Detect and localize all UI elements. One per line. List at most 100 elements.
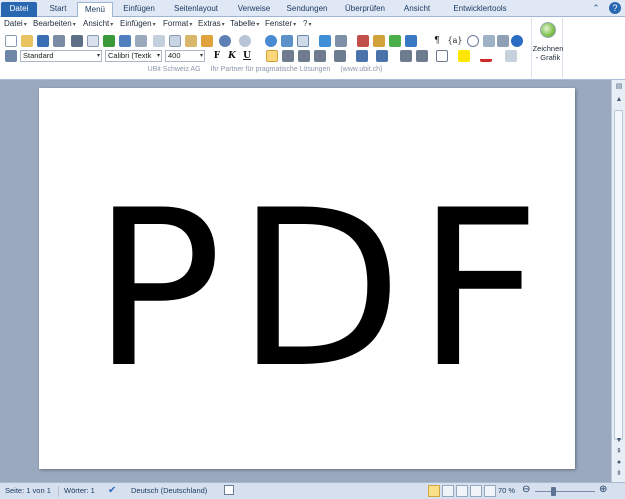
macro-record-icon[interactable] [224,485,234,495]
research-icon[interactable] [119,35,131,47]
menu-format[interactable]: Format▾ [163,19,192,28]
font-size-select[interactable]: 400 ▾ [165,50,205,62]
show-hide-icon[interactable] [389,35,401,47]
cut-icon[interactable] [153,35,165,47]
tab-einfuegen[interactable]: Einfügen [118,2,160,17]
previous-page-icon[interactable]: ⇞ [613,446,625,457]
menu-ansicht[interactable]: Ansicht▾ [83,19,113,28]
menu-einfuegen[interactable]: Einfügen▾ [120,19,156,28]
draft-view-button[interactable] [484,485,496,497]
font-select[interactable]: Calibri (Textk ▾ [105,50,162,62]
reading-layout-icon[interactable] [483,35,495,47]
ruler-toggle-icon[interactable]: ▤ [613,81,625,92]
zoom-slider[interactable] [535,491,595,492]
drawing-icon[interactable] [357,35,369,47]
word-count[interactable]: Wörter: 1 [64,486,95,495]
scroll-up-icon[interactable]: ▲ [613,94,625,105]
full-screen-reading-button[interactable] [442,485,454,497]
new-document-icon[interactable] [5,35,17,47]
borders-button[interactable] [436,50,448,62]
menu-help[interactable]: ?▾ [303,19,311,28]
zoom-in-icon[interactable]: ⊕ [599,484,607,495]
align-left-button[interactable] [266,50,278,62]
format-painter-icon[interactable] [201,35,213,47]
hyperlink-icon[interactable] [265,35,277,47]
browse-object-icon[interactable]: ● [613,457,625,468]
find-icon[interactable] [467,35,479,47]
zoom-dropdown-icon[interactable] [405,35,417,47]
numbering-button[interactable] [356,50,368,62]
menu-fenster[interactable]: Fenster▾ [265,19,296,28]
document-map-icon[interactable] [373,35,385,47]
permission-icon[interactable] [53,35,65,47]
save-icon[interactable] [37,35,49,47]
menu-bearbeiten[interactable]: Bearbeiten▾ [33,19,76,28]
menu-extras[interactable]: Extras▾ [198,19,225,28]
vertical-scrollbar[interactable]: ▤ ▲ ▼ ⇞ ● ⇟ [611,80,625,482]
help-icon[interactable]: ? [609,2,621,14]
align-right-button[interactable] [298,50,310,62]
tab-start[interactable]: Start [44,2,72,17]
menu-tabelle[interactable]: Tabelle▾ [230,19,259,28]
reading-mode-icon[interactable] [505,50,517,62]
bold-button[interactable]: F [211,50,223,62]
print-icon[interactable] [71,35,83,47]
tab-ansicht[interactable]: Ansicht [400,2,434,17]
tab-verweise[interactable]: Verweise [234,2,274,17]
next-page-icon[interactable]: ⇟ [613,468,625,479]
tab-entwicklertools[interactable]: Entwicklertools [445,2,515,17]
minimize-ribbon-icon[interactable]: ⌃ [590,2,602,14]
tab-ueberpruefen[interactable]: Überprüfen [340,2,390,17]
zoom-level[interactable]: 70 % [498,486,515,495]
increase-indent-button[interactable] [416,50,428,62]
document-text[interactable]: PDF [92,182,541,398]
addin-url[interactable]: (www.ubit.ch) [340,66,382,73]
highlight-button[interactable] [458,50,470,62]
decrease-indent-button[interactable] [400,50,412,62]
outline-view-button[interactable] [470,485,482,497]
tab-seitenlayout[interactable]: Seitenlayout [167,2,225,17]
insert-table-icon[interactable] [297,35,309,47]
help-toolbar-icon[interactable] [511,35,523,47]
italic-button[interactable]: K [226,50,238,62]
insert-excel-icon[interactable] [319,35,331,47]
bullets-button[interactable] [376,50,388,62]
document-page[interactable]: PDF [39,88,575,469]
tab-datei[interactable]: Datei [1,2,37,17]
styles-icon[interactable] [5,50,17,62]
open-folder-icon[interactable] [21,35,33,47]
zoom-out-icon[interactable]: ⊖ [522,484,530,495]
menu-datei[interactable]: Datei▾ [4,19,27,28]
proofing-icon[interactable]: ✔ [108,485,116,496]
tables-borders-icon[interactable] [281,35,293,47]
columns-icon[interactable] [335,35,347,47]
field-code-icon[interactable]: {a} [447,35,463,47]
underline-button[interactable]: U [241,50,253,62]
scroll-thumb[interactable] [614,110,623,440]
scroll-down-icon[interactable]: ▼ [613,435,625,446]
document-area: PDF [0,80,611,482]
tab-menu[interactable]: Menü [77,2,113,18]
pilcrow-icon[interactable]: ¶ [431,35,443,47]
redo-icon[interactable] [239,35,251,47]
align-center-button[interactable] [282,50,294,62]
web-layout-button[interactable] [456,485,468,497]
tab-sendungen[interactable]: Sendungen [283,2,331,17]
paste-icon[interactable] [185,35,197,47]
language-indicator[interactable]: Deutsch (Deutschland) [131,486,207,495]
thesaurus-icon[interactable] [135,35,147,47]
style-select[interactable]: Standard ▾ [20,50,102,62]
zeichnen-grafik-button[interactable]: Zeichnen - Grafik [531,18,563,78]
justify-button[interactable] [314,50,326,62]
page-count[interactable]: Seite: 1 von 1 [5,486,51,495]
page-setup-icon[interactable] [497,35,509,47]
print-preview-icon[interactable] [87,35,99,47]
spelling-icon[interactable] [103,35,115,47]
print-layout-view-button[interactable] [428,485,440,497]
line-spacing-button[interactable] [334,50,346,62]
undo-icon[interactable] [219,35,231,47]
standard-toolbar: ¶ {a} [0,34,530,48]
copy-icon[interactable] [169,35,181,47]
font-color-button[interactable] [480,50,492,62]
zoom-slider-knob[interactable] [551,487,556,496]
